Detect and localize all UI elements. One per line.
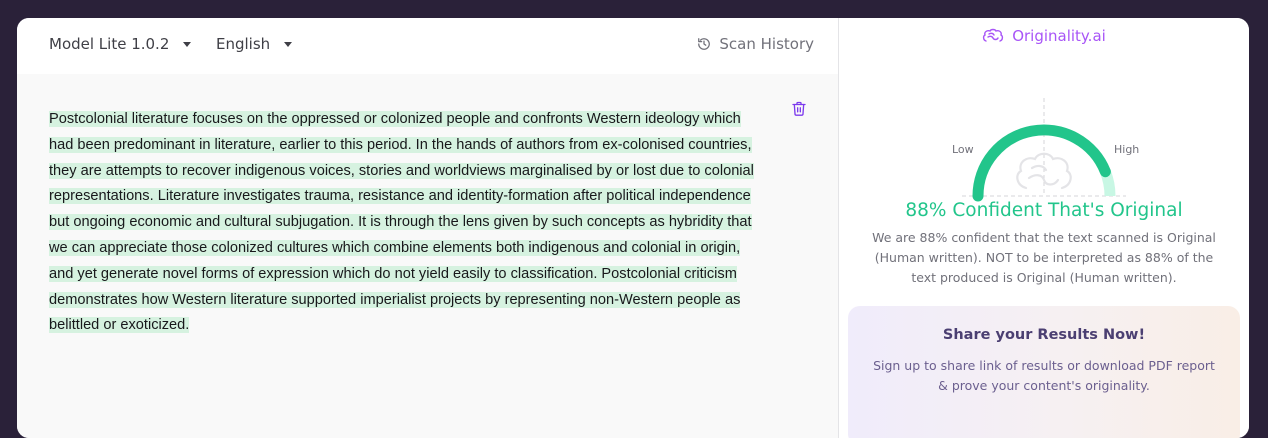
confidence-gauge: Low High — [839, 88, 1249, 208]
highlighted-text-line: we can appreciate those colonized cultur… — [49, 239, 741, 256]
gauge-low-label: Low — [952, 143, 974, 156]
highlighted-text-line: representations. Literature investigates… — [49, 188, 751, 205]
highlighted-text-line: belittled or exoticized. — [49, 317, 190, 334]
share-title: Share your Results Now! — [942, 327, 1146, 343]
highlighted-text-line: they are attempts to recover indigenous … — [49, 162, 754, 179]
confidence-description: We are 88% confident that the text scann… — [872, 230, 1216, 285]
scan-history-label: Scan History — [719, 35, 814, 53]
toolbar: Model Lite 1.0.2 English Scan History — [17, 18, 838, 74]
brain-logo-icon — [983, 28, 1004, 42]
text-editor[interactable]: Postcolonial literature focuses on the o… — [17, 74, 838, 438]
scan-card: Model Lite 1.0.2 English Scan History Po… — [17, 18, 1249, 438]
share-description: Sign up to share link of results or down… — [873, 358, 1215, 393]
highlighted-text-line: had been predominant in literature, earl… — [49, 136, 752, 153]
gauge-confidence-arc — [972, 124, 1111, 202]
confidence-title: 88% Confident That's Original — [905, 200, 1183, 221]
gauge-graphic — [962, 98, 1126, 202]
trash-icon[interactable] — [791, 100, 807, 117]
highlighted-text-line: Postcolonial literature focuses on the o… — [49, 111, 741, 127]
highlighted-text-line: demonstrates how Western literature supp… — [49, 291, 741, 308]
model-label: Model Lite 1.0.2 — [49, 35, 170, 53]
share-results-card: Share your Results Now! Sign up to share… — [848, 306, 1240, 438]
gauge-high-label: High — [1114, 143, 1140, 156]
history-icon — [698, 38, 711, 50]
highlighted-text-line: and yet generate novel forms of expressi… — [49, 265, 737, 282]
editor-panel: Model Lite 1.0.2 English Scan History Po… — [17, 18, 839, 438]
brand-name: Originality.ai — [1012, 27, 1106, 45]
highlighted-text-line: but ongoing economic and cultural subjug… — [49, 214, 752, 231]
chevron-down-icon — [284, 41, 293, 47]
model-dropdown[interactable]: Model Lite 1.0.2 — [49, 35, 192, 53]
results-panel: Originality.ai Low High 88% Confident Th… — [839, 18, 1249, 438]
scanned-text[interactable]: Postcolonial literature focuses on the o… — [49, 107, 769, 339]
brand[interactable]: Originality.ai — [839, 27, 1249, 45]
chevron-down-icon — [183, 41, 192, 47]
scan-history-button[interactable]: Scan History — [697, 35, 814, 53]
language-dropdown[interactable]: English — [216, 35, 293, 53]
language-label: English — [216, 35, 271, 53]
